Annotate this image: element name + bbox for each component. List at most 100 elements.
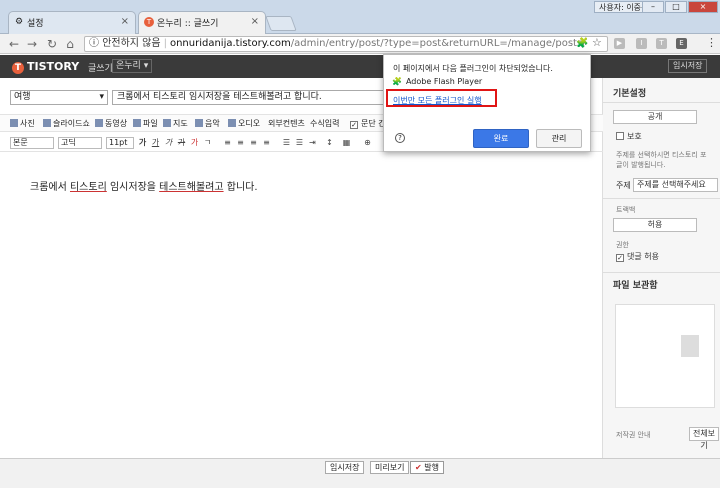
temp-save-top-button[interactable]: 임시저장 bbox=[668, 59, 708, 73]
home-icon[interactable]: ⌂ bbox=[62, 36, 78, 52]
help-icon[interactable]: ? bbox=[395, 133, 405, 143]
trackback-toggle[interactable]: 허용 bbox=[613, 218, 697, 232]
section-title: 글쓰기 bbox=[88, 64, 113, 74]
tab-tistory-write[interactable]: T 온누리 :: 글쓰기 × bbox=[138, 11, 266, 35]
reload-icon[interactable]: ↻ bbox=[44, 36, 60, 52]
attach-photo-button[interactable]: 사진 bbox=[10, 118, 35, 129]
manage-button[interactable]: 관리 bbox=[536, 129, 582, 148]
tistory-icon: T bbox=[144, 17, 154, 27]
visibility-public-button[interactable]: 공개 bbox=[613, 110, 697, 124]
file-icon bbox=[133, 119, 141, 127]
extension-icon[interactable]: I bbox=[636, 38, 647, 49]
attach-video-button[interactable]: 동영상 bbox=[95, 118, 127, 129]
back-icon[interactable]: ← bbox=[6, 36, 22, 52]
title-input[interactable]: 크롬에서 티스토리 임시저장을 테스트해볼려고 합니다. bbox=[112, 90, 384, 105]
blocked-plugin-item: 🧩 Adobe Flash Player bbox=[392, 77, 483, 86]
license-select[interactable]: 전체보기 bbox=[689, 427, 719, 450]
new-tab-button[interactable] bbox=[265, 16, 297, 31]
font-select[interactable]: 고딕 bbox=[58, 137, 102, 149]
tab-settings[interactable]: ⚙ 설정 × bbox=[8, 11, 136, 34]
plugin-blocked-popup: 이 페이지에서 다음 플러그인이 차단되었습니다. 🧩 Adobe Flash P… bbox=[383, 54, 591, 152]
protect-description: 주제를 선택하시면 티스토리 포 bbox=[616, 151, 707, 159]
address-bar[interactable]: ⓘ 안전하지 않음 | onnuridanija.tistory.com/admin… bbox=[84, 36, 608, 52]
extension-icon[interactable]: T bbox=[656, 38, 667, 49]
extension-icon[interactable]: E bbox=[676, 38, 687, 49]
topic-label: 주제 bbox=[616, 181, 631, 190]
table-icon[interactable]: ▦ bbox=[341, 137, 352, 148]
align-right-icon[interactable]: ≡ bbox=[248, 137, 259, 148]
close-icon[interactable]: × bbox=[121, 16, 129, 27]
blog-select-label: 온누리 bbox=[116, 61, 141, 71]
category-select[interactable]: 여행 bbox=[10, 90, 108, 105]
font-size-select[interactable]: 11pt bbox=[106, 137, 134, 149]
close-icon[interactable]: × bbox=[251, 16, 259, 27]
bottom-bar: 임시저장 미리보기 ✔ 발행 bbox=[0, 458, 720, 488]
url-path: /admin/entry/post/?type=post&returnURL=/… bbox=[290, 38, 586, 49]
paragraph-style-select[interactable]: 본문 bbox=[10, 137, 54, 149]
underline-button[interactable]: 가 bbox=[150, 137, 161, 148]
browser-menu-icon[interactable]: ⋮ bbox=[706, 36, 717, 49]
info-icon[interactable]: ⓘ bbox=[89, 38, 99, 49]
number-list-icon[interactable]: ☰ bbox=[294, 137, 305, 148]
strike-button[interactable]: 가 bbox=[176, 137, 187, 148]
audio-icon bbox=[228, 119, 236, 127]
attach-map-button[interactable]: 지도 bbox=[163, 118, 188, 129]
bullet-list-icon[interactable]: ☰ bbox=[281, 137, 292, 148]
trackback-label: 트랙백 bbox=[616, 206, 636, 214]
text-color-button[interactable]: 가 bbox=[189, 137, 200, 148]
gear-icon: ⚙ bbox=[14, 17, 24, 27]
map-icon bbox=[163, 119, 171, 127]
align-center-icon[interactable]: ≡ bbox=[235, 137, 246, 148]
align-justify-icon[interactable]: ≡ bbox=[261, 137, 272, 148]
tistory-header: T TISTORY 글쓰기 온누리 ▾ 임시저장 bbox=[0, 55, 720, 78]
align-left-icon[interactable]: ≡ bbox=[222, 137, 233, 148]
attach-slideshow-button[interactable]: 슬라이드쇼 bbox=[43, 118, 90, 129]
puzzle-icon: 🧩 bbox=[392, 77, 402, 86]
tab-settings-label: 설정 bbox=[27, 19, 44, 29]
maximize-button[interactable]: □ bbox=[665, 1, 687, 13]
blog-select[interactable]: 온누리 ▾ bbox=[112, 59, 153, 73]
done-button[interactable]: 완료 bbox=[473, 129, 529, 148]
check-icon: ✔ bbox=[415, 463, 422, 472]
line-height-icon[interactable]: ↕ bbox=[324, 137, 335, 148]
file-box[interactable] bbox=[615, 304, 715, 408]
bookmark-star-icon[interactable]: ☆ bbox=[592, 36, 602, 49]
minimize-button[interactable]: – bbox=[642, 1, 664, 13]
checkbox-icon: ✓ bbox=[616, 254, 624, 262]
attach-external-button[interactable]: 외부컨텐츠 bbox=[268, 118, 305, 129]
attach-formula-button[interactable]: 수식입력 bbox=[310, 118, 339, 129]
spellcheck-word: 테스트해볼려고 bbox=[159, 182, 224, 193]
attach-music-button[interactable]: 음악 bbox=[195, 118, 220, 129]
attach-audio-button[interactable]: 오디오 bbox=[228, 118, 260, 129]
photo-icon bbox=[10, 119, 18, 127]
checkbox-icon bbox=[616, 132, 624, 140]
bold-button[interactable]: 가 bbox=[137, 137, 148, 148]
protect-description-2: 글이 발행됩니다. bbox=[616, 161, 666, 169]
plugin-blocked-icon[interactable]: 🧩 bbox=[576, 37, 589, 50]
run-all-plugins-link[interactable]: 이번만 모든 플러그인 실행 bbox=[393, 95, 482, 106]
editor-content[interactable]: 크롬에서 티스토리 임시저장을 테스트해볼려고 합니다. bbox=[30, 178, 258, 193]
attach-file-button[interactable]: 파일 bbox=[133, 118, 158, 129]
italic-button[interactable]: 가 bbox=[163, 137, 174, 148]
indent-icon[interactable]: ⇥ bbox=[307, 137, 318, 148]
video-icon bbox=[95, 119, 103, 127]
temp-save-button[interactable]: 임시저장 bbox=[325, 461, 365, 474]
divider bbox=[603, 102, 720, 103]
close-window-button[interactable]: × bbox=[688, 1, 718, 13]
protect-toggle[interactable]: 보호 bbox=[616, 132, 642, 142]
comment-allow-toggle[interactable]: ✓ 댓글 허용 bbox=[616, 252, 659, 262]
forward-icon[interactable]: → bbox=[24, 36, 40, 52]
url-host: onnuridanija.tistory.com bbox=[169, 38, 291, 49]
publish-button[interactable]: ✔ 발행 bbox=[410, 461, 444, 474]
chevron-down-icon: ▾ bbox=[143, 61, 149, 71]
preview-button[interactable]: 미리보기 bbox=[370, 461, 410, 474]
tistory-logo[interactable]: T TISTORY bbox=[12, 60, 79, 74]
extension-icon[interactable]: ▶ bbox=[614, 38, 625, 49]
topic-select[interactable]: 주제를 선택해주세요 bbox=[633, 178, 718, 192]
license-label: 저작권 안내 bbox=[616, 431, 651, 439]
link-icon[interactable]: ⊕ bbox=[362, 137, 373, 148]
highlight-button[interactable]: ㄱ bbox=[202, 137, 213, 148]
tistory-badge: T bbox=[12, 62, 24, 74]
tistory-logo-text: TISTORY bbox=[27, 60, 80, 73]
browser-toolbar: ← → ↻ ⌂ ⓘ 안전하지 않음 | onnuridanija.tistory.c… bbox=[0, 34, 720, 54]
